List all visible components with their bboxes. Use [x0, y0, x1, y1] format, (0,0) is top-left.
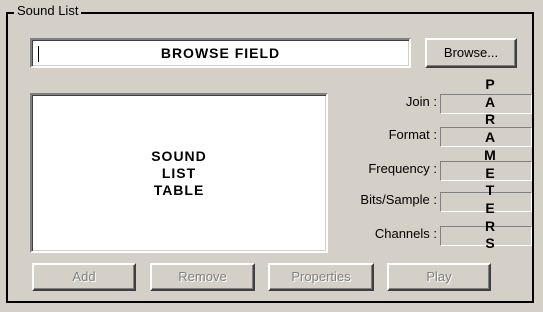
parameters-letter: A — [484, 93, 496, 110]
parameters-letter: P — [485, 76, 495, 92]
list-caption-line: SOUND — [151, 147, 207, 164]
browse-field[interactable]: BROWSE FIELD — [30, 38, 411, 68]
parameters-letter: S — [485, 235, 495, 252]
channels-label: Channels : — [374, 226, 437, 241]
sound-list-table[interactable]: SOUND LIST TABLE — [30, 93, 328, 253]
browse-field-text: BROWSE FIELD — [160, 45, 281, 61]
add-button-label: Add — [72, 269, 96, 284]
browse-button[interactable]: Browse... — [425, 38, 517, 68]
list-caption-line: LIST — [161, 164, 197, 181]
parameters-letter: M — [484, 146, 496, 163]
parameters-letter: A — [484, 129, 496, 146]
parameters-letter: E — [485, 199, 495, 216]
parameters-caption: P A R A M E T E R S — [480, 76, 500, 253]
parameters-letter: E — [485, 164, 495, 181]
properties-button-label: Properties — [291, 269, 351, 284]
group-title: Sound List — [14, 3, 82, 19]
play-button[interactable]: Play — [387, 263, 491, 291]
remove-button[interactable]: Remove — [150, 263, 255, 291]
format-label: Format : — [388, 127, 437, 142]
browse-button-label: Browse... — [443, 45, 499, 60]
bits-sample-label: Bits/Sample : — [360, 192, 437, 207]
join-label: Join : — [405, 94, 437, 109]
remove-button-label: Remove — [178, 269, 227, 284]
text-caret — [38, 46, 39, 62]
parameters-letter: R — [484, 111, 496, 128]
properties-button[interactable]: Properties — [268, 263, 374, 291]
play-button-label: Play — [426, 269, 452, 284]
frequency-label: Frequency : — [368, 161, 437, 176]
add-button[interactable]: Add — [32, 263, 136, 291]
parameters-letter: R — [484, 217, 496, 234]
list-caption-line: TABLE — [153, 181, 205, 198]
parameters-letter: T — [485, 182, 495, 199]
